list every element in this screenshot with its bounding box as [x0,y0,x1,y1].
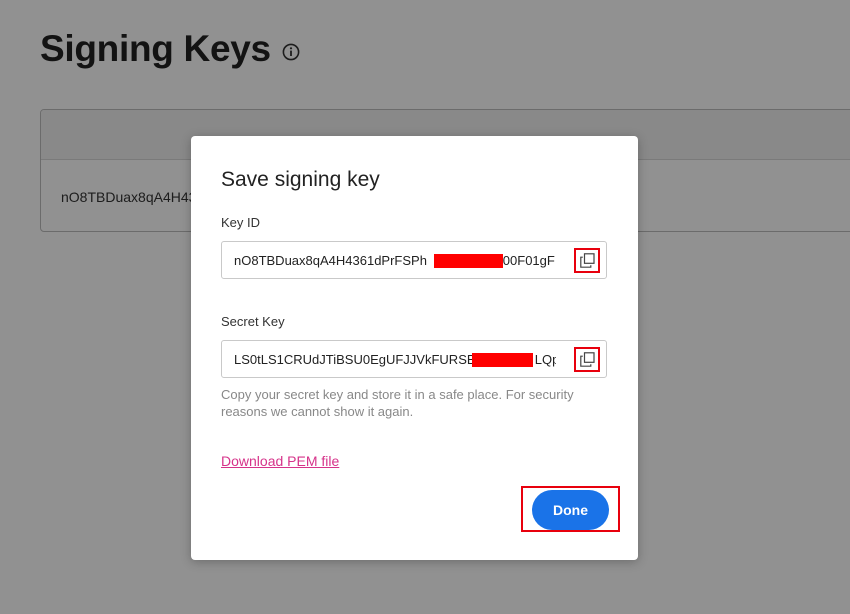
redaction-bar [472,353,533,367]
copy-key-id-button[interactable] [574,248,600,273]
key-id-field[interactable]: nO8TBDuax8qA4H4361dPrFSPh 9I00F01gF [221,241,607,279]
secret-key-help-text: Copy your secret key and store it in a s… [221,387,574,419]
secret-key-field[interactable]: LS0tLS1CRUdJTiBSU0EgUFJJVkFURSBL LQpN [221,340,607,378]
save-signing-key-dialog: Save signing key Key ID nO8TBDuax8qA4H43… [191,136,638,560]
download-pem-link[interactable]: Download PEM file [221,453,339,469]
redaction-bar [434,254,503,268]
secret-key-label: Secret Key [221,314,285,329]
secret-key-value-start: LS0tLS1CRUdJTiBSU0EgUFJJVkFURSBL [234,352,483,367]
copy-secret-key-button[interactable] [574,347,600,372]
copy-icon [580,253,595,268]
key-id-value-start: nO8TBDuax8qA4H4361dPrFSPh [234,253,427,268]
secret-key-value-end: LQpN [534,352,556,367]
key-id-value: nO8TBDuax8qA4H4361dPrFSPh 9I00F01gF [234,253,556,268]
dialog-title: Save signing key [221,168,380,191]
done-button[interactable]: Done [532,490,609,530]
copy-icon [580,352,595,367]
key-id-label: Key ID [221,215,261,230]
